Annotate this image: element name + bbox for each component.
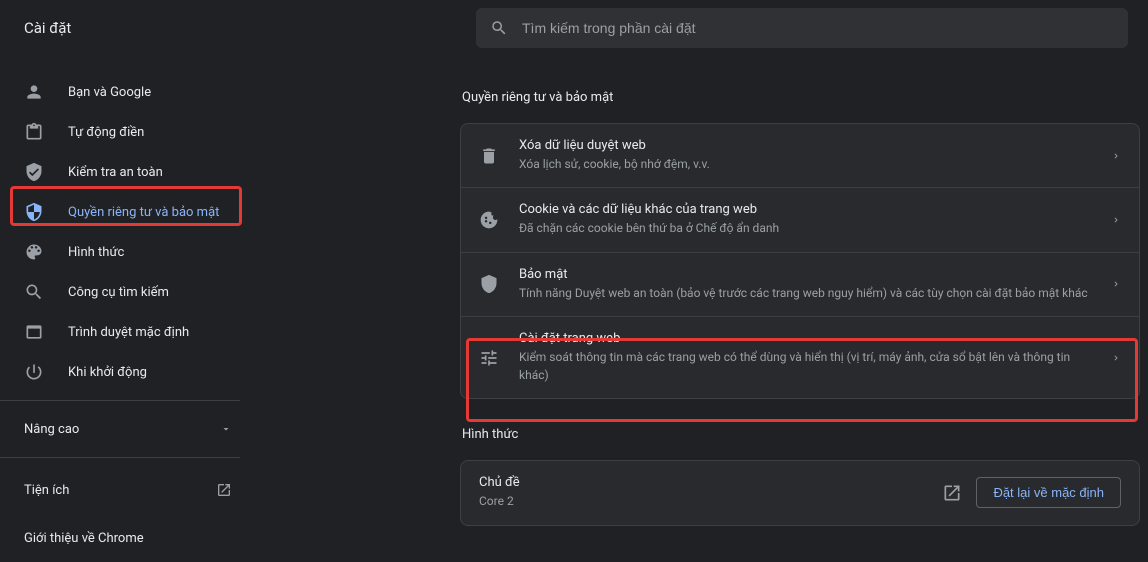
chevron-right-icon bbox=[1111, 279, 1121, 289]
theme-title: Chủ đề bbox=[479, 475, 928, 490]
sidebar-item-autofill[interactable]: Tự động điền bbox=[0, 112, 256, 152]
sidebar-item-default-browser[interactable]: Trình duyệt mặc định bbox=[0, 312, 256, 352]
row-body: Xóa dữ liệu duyệt web Xóa lịch sử, cooki… bbox=[519, 138, 1091, 173]
sidebar-about-label: Giới thiệu về Chrome bbox=[24, 531, 144, 546]
window-icon bbox=[24, 322, 44, 342]
sidebar-item-you-and-google[interactable]: Bạn và Google bbox=[0, 72, 256, 112]
clipboard-icon bbox=[24, 122, 44, 142]
section-title-privacy: Quyền riêng tư và bảo mật bbox=[462, 90, 1140, 105]
row-title: Cài đặt trang web bbox=[519, 331, 1091, 346]
chevron-right-icon bbox=[1111, 353, 1121, 363]
search-field[interactable] bbox=[476, 8, 1128, 48]
sidebar: Bạn và Google Tự động điền Kiểm tra an t… bbox=[0, 56, 256, 550]
sidebar-advanced[interactable]: Nâng cao bbox=[0, 409, 256, 449]
chevron-right-icon bbox=[1111, 215, 1121, 225]
sidebar-item-label: Hình thức bbox=[68, 245, 124, 260]
row-subtitle: Xóa lịch sử, cookie, bộ nhớ đệm, v.v. bbox=[519, 156, 1091, 173]
row-body: Chủ đề Core 2 bbox=[479, 475, 928, 510]
appearance-card: Chủ đề Core 2 Đặt lại về mặc định bbox=[460, 460, 1140, 526]
open-in-new-icon bbox=[216, 482, 232, 498]
row-title: Bảo mật bbox=[519, 267, 1091, 282]
shield-icon bbox=[479, 274, 499, 294]
section-title-appearance: Hình thức bbox=[462, 427, 1140, 442]
chevron-down-icon bbox=[220, 423, 232, 435]
reset-to-default-button[interactable]: Đặt lại về mặc định bbox=[976, 477, 1121, 508]
sidebar-item-safety-check[interactable]: Kiểm tra an toàn bbox=[0, 152, 256, 192]
sidebar-item-label: Khi khởi động bbox=[68, 365, 147, 380]
sidebar-about-chrome[interactable]: Giới thiệu về Chrome bbox=[0, 514, 256, 562]
sidebar-item-search-engine[interactable]: Công cụ tìm kiếm bbox=[0, 272, 256, 312]
power-icon bbox=[24, 362, 44, 382]
sidebar-advanced-label: Nâng cao bbox=[24, 422, 79, 437]
sidebar-item-label: Tự động điền bbox=[68, 125, 144, 140]
row-clear-browsing-data[interactable]: Xóa dữ liệu duyệt web Xóa lịch sử, cooki… bbox=[461, 124, 1139, 188]
row-cookies-site-data[interactable]: Cookie và các dữ liệu khác của trang web… bbox=[461, 188, 1139, 252]
divider bbox=[0, 457, 240, 458]
trash-icon bbox=[479, 146, 499, 166]
header: Cài đặt bbox=[0, 0, 1148, 56]
open-in-new-icon[interactable] bbox=[942, 483, 962, 503]
sidebar-extensions-label: Tiện ích bbox=[24, 483, 69, 498]
row-body: Cookie và các dữ liệu khác của trang web… bbox=[519, 202, 1091, 237]
content: Quyền riêng tư và bảo mật Xóa dữ liệu du… bbox=[256, 56, 1148, 550]
row-body: Bảo mật Tính năng Duyệt web an toàn (bảo… bbox=[519, 267, 1091, 302]
sidebar-item-label: Bạn và Google bbox=[68, 85, 151, 100]
page-title: Cài đặt bbox=[20, 19, 476, 37]
sidebar-item-label: Trình duyệt mặc định bbox=[68, 325, 189, 340]
row-site-settings[interactable]: Cài đặt trang web Kiểm soát thông tin mà… bbox=[461, 317, 1139, 398]
tune-icon bbox=[479, 348, 499, 368]
row-security[interactable]: Bảo mật Tính năng Duyệt web an toàn (bảo… bbox=[461, 253, 1139, 317]
row-subtitle: Đã chặn các cookie bên thứ ba ở Chế độ ẩ… bbox=[519, 220, 1091, 237]
palette-icon bbox=[24, 242, 44, 262]
row-title: Cookie và các dữ liệu khác của trang web bbox=[519, 202, 1091, 217]
row-title: Xóa dữ liệu duyệt web bbox=[519, 138, 1091, 153]
search-icon bbox=[24, 282, 44, 302]
search-input[interactable] bbox=[522, 20, 1114, 36]
row-theme: Chủ đề Core 2 Đặt lại về mặc định bbox=[461, 461, 1139, 525]
sidebar-item-label: Công cụ tìm kiếm bbox=[68, 285, 169, 300]
search-icon bbox=[490, 19, 508, 37]
sidebar-item-on-startup[interactable]: Khi khởi động bbox=[0, 352, 256, 392]
chevron-right-icon bbox=[1111, 151, 1121, 161]
theme-name: Core 2 bbox=[479, 493, 928, 510]
divider bbox=[0, 400, 240, 401]
row-subtitle: Tính năng Duyệt web an toàn (bảo vệ trướ… bbox=[519, 285, 1091, 302]
sidebar-item-label: Quyền riêng tư và bảo mật bbox=[68, 205, 219, 220]
privacy-card: Xóa dữ liệu duyệt web Xóa lịch sử, cooki… bbox=[460, 123, 1140, 399]
person-icon bbox=[24, 82, 44, 102]
sidebar-item-privacy-security[interactable]: Quyền riêng tư và bảo mật bbox=[0, 192, 256, 232]
cookie-icon bbox=[479, 210, 499, 230]
sidebar-item-appearance[interactable]: Hình thức bbox=[0, 232, 256, 272]
shield-icon bbox=[24, 202, 44, 222]
row-body: Cài đặt trang web Kiểm soát thông tin mà… bbox=[519, 331, 1091, 384]
sidebar-item-label: Kiểm tra an toàn bbox=[68, 165, 163, 180]
row-subtitle: Kiểm soát thông tin mà các trang web có … bbox=[519, 349, 1091, 384]
sidebar-extensions[interactable]: Tiện ích bbox=[0, 466, 256, 514]
shield-check-icon bbox=[24, 162, 44, 182]
